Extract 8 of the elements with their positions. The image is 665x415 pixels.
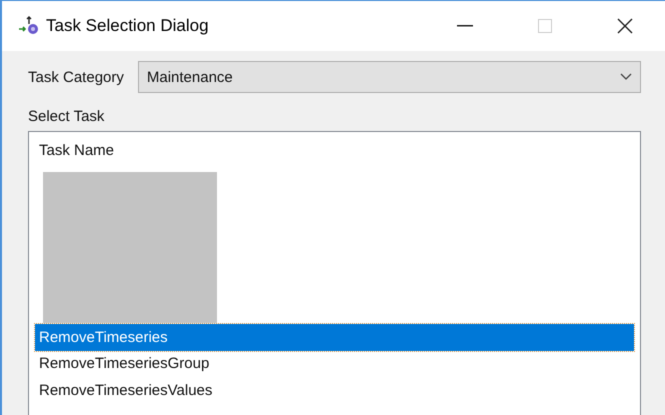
- list-item[interactable]: RemoveTimeseriesValues: [35, 377, 634, 404]
- category-dropdown[interactable]: Maintenance: [138, 61, 641, 93]
- list-item[interactable]: RemoveTimeseriesGroup: [35, 350, 634, 377]
- section-label: Select Task: [28, 108, 106, 125]
- field-label: Task Category: [28, 68, 124, 86]
- column-header[interactable]: Task Name: [35, 132, 634, 165]
- list-item[interactable]: RemoveTimeseries: [35, 324, 634, 350]
- window-title: Task Selection Dialog: [46, 16, 210, 36]
